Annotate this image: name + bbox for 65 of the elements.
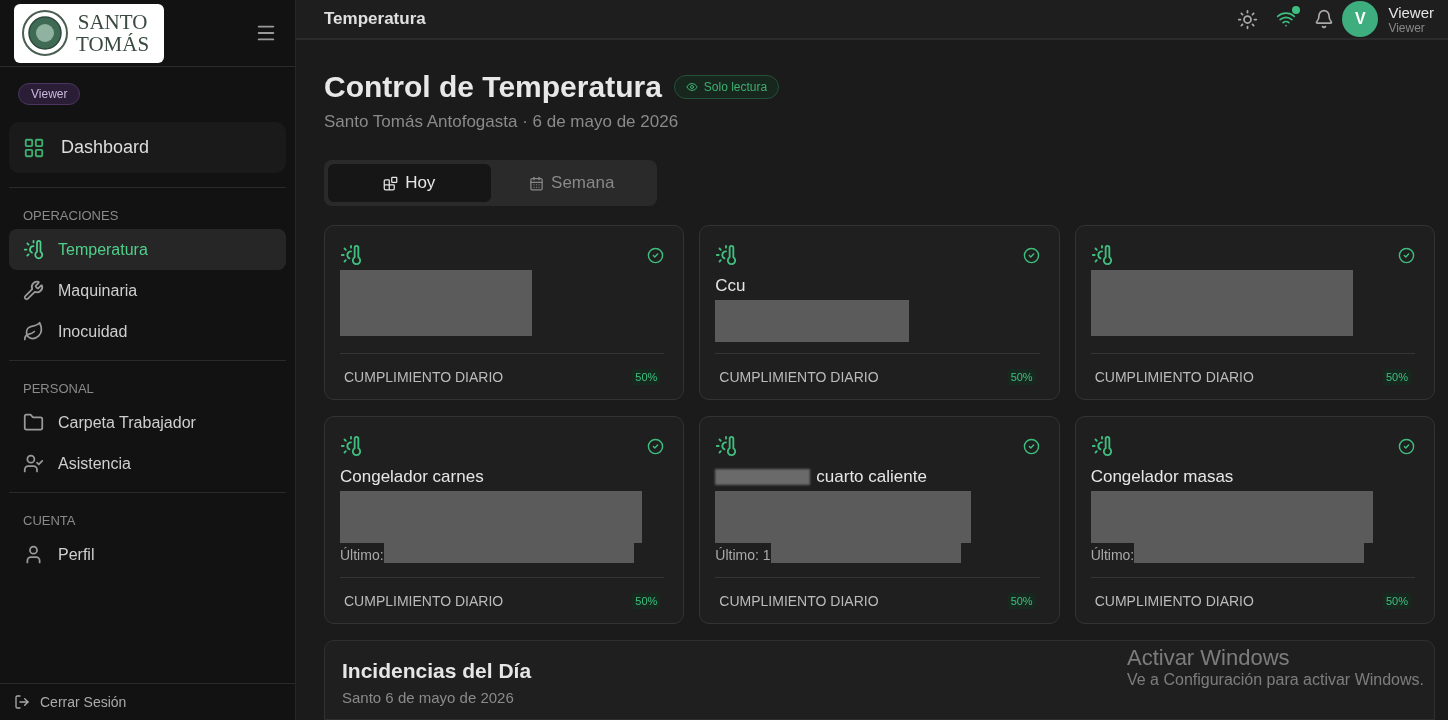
tab[interactable]: Hoy <box>328 164 491 202</box>
logout-icon <box>14 694 30 710</box>
role-badge: Viewer <box>18 83 81 105</box>
activation-title: Activar Windows <box>1126 645 1291 671</box>
sun-icon[interactable] <box>1237 8 1259 30</box>
compliance-label: CUMPLIMIENTO DIARIO <box>719 592 879 609</box>
card-title: cuarto caliente <box>816 467 927 487</box>
thermometer-icon <box>340 244 362 266</box>
compliance-label: CUMPLIMIENTO DIARIO <box>1094 368 1254 385</box>
nav-item[interactable]: Dashboard <box>9 122 286 173</box>
wifi-icon <box>1276 9 1297 29</box>
thermometer-icon <box>715 244 738 266</box>
compliance-label: CUMPLIMIENTO DIARIO <box>344 592 504 609</box>
panel-title: Incidencias del Día <box>342 659 532 683</box>
page-title: Control de Temperatura <box>324 70 662 104</box>
card-title: Congelador masas <box>1090 467 1234 487</box>
section-heading: OPERACIONES <box>22 208 120 225</box>
compliance-value: 50% <box>632 592 661 609</box>
logo-text: SANTO <box>77 11 148 33</box>
calendar-icon <box>529 175 545 191</box>
card-title: Congelador carnes <box>340 467 484 487</box>
logout-link[interactable]: Cerrar Sesión <box>0 683 295 720</box>
blocks-icon <box>383 175 399 191</box>
last-reading: Último: 1 <box>715 547 771 563</box>
nav-item[interactable]: Maquinaria <box>9 270 286 311</box>
nav-item[interactable]: Asistencia <box>9 443 286 484</box>
compliance-value: 50% <box>1382 368 1411 385</box>
last-reading: Último: <box>1090 547 1135 563</box>
eye-icon <box>685 81 698 93</box>
thermometer-icon <box>23 239 44 260</box>
leaf-icon <box>23 321 44 342</box>
compliance-value: 50% <box>1007 368 1036 385</box>
grid-icon <box>23 136 45 159</box>
compliance-label: CUMPLIMIENTO DIARIO <box>719 368 879 385</box>
folder-icon <box>23 412 44 433</box>
last-reading: Último: <box>340 547 384 563</box>
nav-item[interactable]: Carpeta Trabajador <box>9 402 286 443</box>
page-subtitle: Santo Tomás Antofogasta · 6 de mayo de 2026 <box>324 112 680 132</box>
thermometer-icon <box>1090 244 1113 266</box>
compliance-label: CUMPLIMIENTO DIARIO <box>344 368 504 385</box>
compliance-label: CUMPLIMIENTO DIARIO <box>1094 592 1254 609</box>
compliance-value: 50% <box>632 368 661 385</box>
tab[interactable]: Semana <box>490 164 653 202</box>
wrench-icon <box>23 280 44 301</box>
section-heading: PERSONAL <box>22 381 95 398</box>
user-name: Viewer <box>1388 3 1434 21</box>
header-title: Temperatura <box>324 9 427 29</box>
nav-item[interactable]: Inocuidad <box>9 311 286 352</box>
bell-icon[interactable] <box>1314 9 1335 29</box>
thermometer-icon <box>715 435 738 457</box>
user-check-icon <box>23 453 44 474</box>
seal-icon <box>22 10 68 56</box>
user-role: Viewer <box>1388 20 1426 35</box>
card-title: Ccu <box>715 276 746 296</box>
compliance-value: 50% <box>1382 592 1411 609</box>
panel-subtitle: Santo 6 de mayo de 2026 <box>342 689 514 706</box>
activation-text: Ve a Configuración para activar Windows. <box>1126 671 1424 689</box>
section-heading: CUENTA <box>22 513 77 530</box>
thermometer-icon <box>340 435 362 457</box>
nav-item[interactable]: Temperatura <box>9 229 286 270</box>
nav-item[interactable]: Perfil <box>9 534 286 575</box>
read-only-badge: Solo lectura <box>673 75 780 99</box>
compliance-value: 50% <box>1007 592 1036 609</box>
logo-text: TOMÁS <box>76 33 150 55</box>
thermometer-icon <box>1090 435 1113 457</box>
